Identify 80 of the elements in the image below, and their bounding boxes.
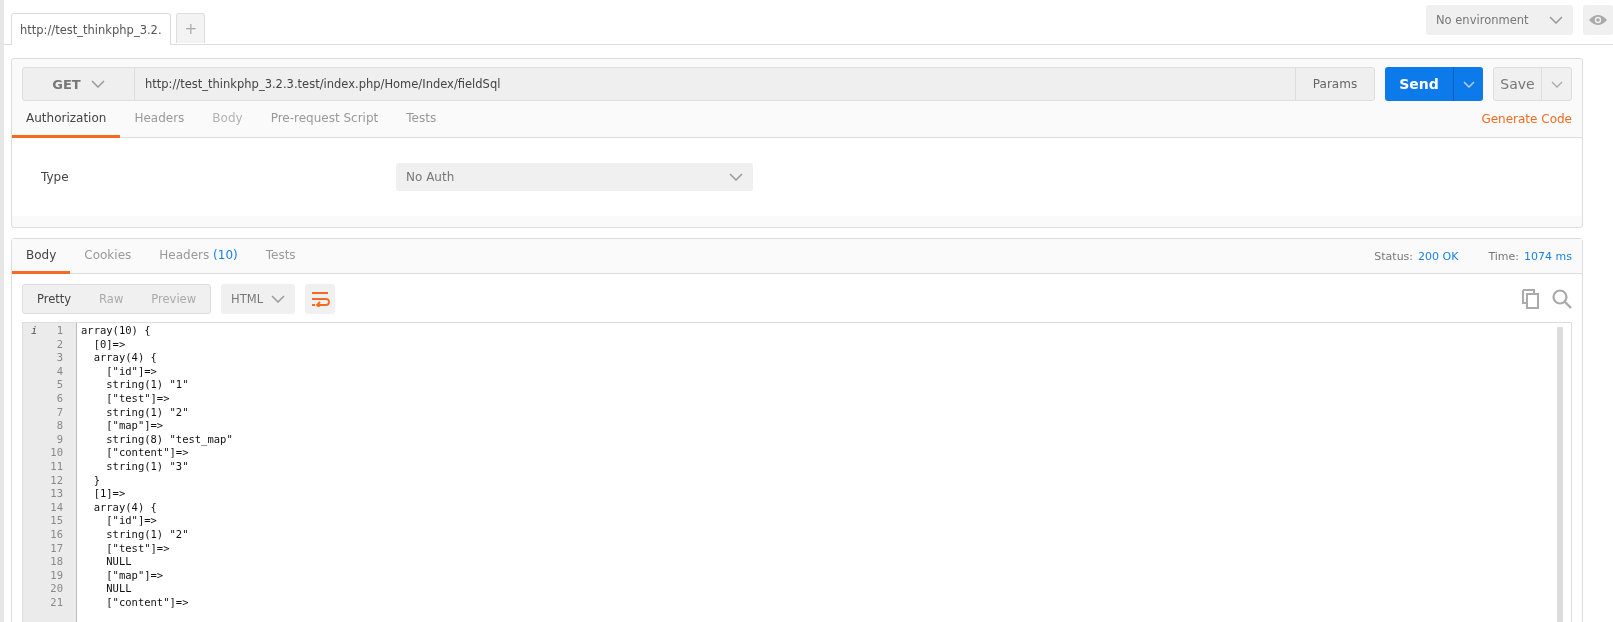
wrap-lines-button[interactable] [305, 284, 336, 314]
scrollbar-thumb[interactable] [1557, 327, 1563, 622]
line-number: 10 [50, 446, 63, 459]
code-line: string(1) "3" [105, 459, 189, 472]
code-line: string(1) "1" [105, 378, 189, 391]
copy-icon[interactable] [1522, 289, 1540, 309]
line-number: 6 [56, 391, 63, 404]
code-line: NULL [105, 582, 132, 595]
line-number: 12 [50, 473, 63, 486]
chevron-down-icon [271, 295, 286, 303]
code-line: ["id"]=> [105, 514, 157, 527]
line-number: 15 [50, 514, 63, 527]
code-line: ["content"]=> [105, 595, 189, 608]
code-line: } [92, 473, 100, 486]
view-mode-button[interactable]: Pretty [23, 285, 86, 313]
auth-type-dropdown[interactable]: No Auth [396, 163, 753, 191]
chevron-down-icon [729, 173, 743, 181]
line-number: 1 [56, 324, 63, 336]
line-number: 8 [56, 419, 63, 432]
status-label: Status: [1374, 249, 1414, 263]
chevron-down-icon [90, 80, 105, 88]
line-number: 18 [50, 555, 63, 568]
request-section-tab[interactable]: Headers [120, 101, 199, 138]
line-number: 3 [56, 351, 63, 364]
line-number: 21 [50, 595, 63, 608]
request-tab[interactable]: http://test_thinkphp_3.2. [11, 13, 171, 45]
line-number: 7 [56, 405, 63, 418]
wrap-lines-icon [310, 291, 331, 307]
line-number: 9 [56, 432, 63, 445]
code-line: NULL [105, 555, 132, 568]
code-line: array(4) { [92, 351, 157, 364]
line-number: 11 [50, 459, 63, 472]
time-label: Time: [1488, 249, 1520, 263]
line-number: 4 [56, 364, 63, 377]
line-number: 2 [56, 337, 63, 350]
time-value: 1074 ms [1524, 249, 1572, 263]
search-icon[interactable] [1552, 289, 1572, 309]
code-line: array(4) { [92, 500, 157, 513]
code-line: ["id"]=> [105, 364, 157, 377]
request-section-tab[interactable]: Pre-request Script [256, 101, 393, 138]
code-line: string(1) "2" [105, 527, 189, 540]
response-tab[interactable]: Body [12, 239, 71, 274]
view-mode-button[interactable]: Raw [85, 285, 138, 313]
code-line: string(8) "test_map" [105, 432, 233, 445]
eye-button[interactable] [1583, 5, 1613, 35]
code-line: [0]=> [92, 337, 126, 350]
method-dropdown[interactable]: GET [22, 67, 135, 101]
view-mode-button[interactable]: Preview [137, 285, 211, 313]
code-line: ["map"]=> [105, 568, 164, 581]
code-line: ["content"]=> [105, 446, 189, 459]
code-line: string(1) "2" [105, 405, 189, 418]
code-line: ["map"]=> [105, 419, 164, 432]
line-number: 19 [50, 568, 63, 581]
line-number: 16 [50, 527, 63, 540]
line-number: 13 [50, 487, 63, 500]
chevron-down-icon [1550, 80, 1563, 88]
code-line: ["test"]=> [105, 541, 170, 554]
response-tab[interactable]: Tests [251, 239, 310, 274]
code-line: [1]=> [92, 487, 126, 500]
request-section-tab[interactable]: Tests [392, 101, 451, 138]
url-field[interactable]: http://test_thinkphp_3.2.3.test/index.php/Home/Index/fieldSql [135, 67, 1295, 101]
response-tab[interactable]: Cookies [70, 239, 146, 274]
params-button[interactable]: Params [1295, 67, 1375, 101]
generate-code-link[interactable]: Generate Code [1481, 101, 1582, 137]
code-line: ["test"]=> [105, 391, 170, 404]
type-label: Type [41, 170, 70, 184]
code-line: array(10) { [81, 324, 151, 336]
format-dropdown[interactable]: HTML [221, 284, 296, 314]
line-number: 5 [56, 378, 63, 391]
chevron-down-icon [1462, 80, 1475, 88]
status-value: 200 OK [1418, 249, 1459, 263]
chevron-down-icon [1549, 16, 1563, 24]
line-number: 17 [50, 541, 63, 554]
line-number: 14 [50, 500, 63, 513]
environment-dropdown[interactable]: No environment [1426, 5, 1573, 35]
line-number: 20 [50, 582, 63, 595]
response-tab[interactable]: Headers (10) [145, 239, 252, 274]
eye-icon [1588, 14, 1608, 26]
new-tab-button[interactable]: + [175, 13, 205, 43]
info-marker: i [31, 324, 38, 338]
